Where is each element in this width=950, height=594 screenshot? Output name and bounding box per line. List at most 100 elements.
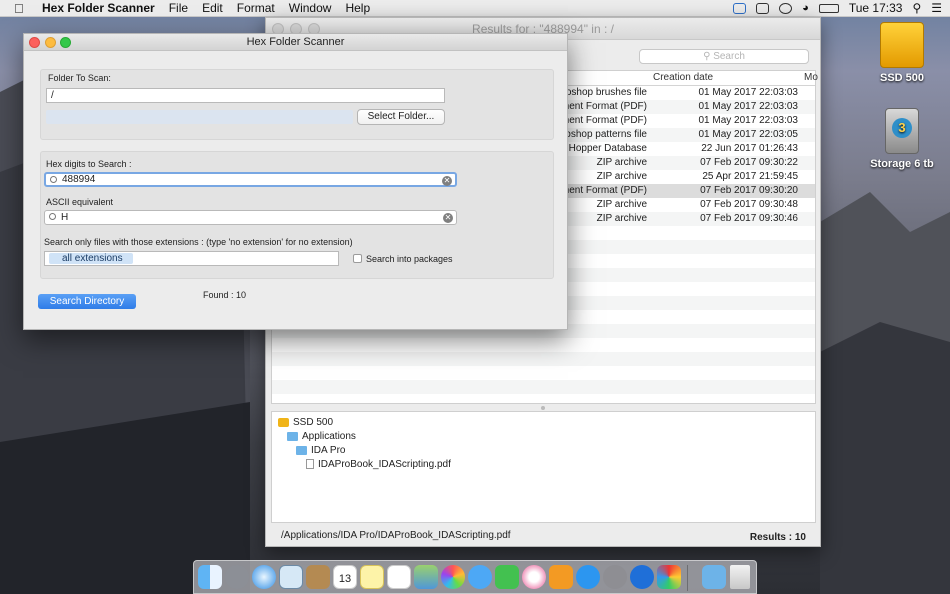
hex-value: 488994 — [62, 174, 96, 185]
folder-group — [40, 69, 554, 140]
folder-label: Folder To Scan: — [48, 73, 111, 83]
clear-icon[interactable]: ✕ — [442, 176, 452, 186]
notification-center-icon[interactable]: ☰ — [931, 1, 942, 15]
empty-row — [272, 380, 815, 394]
tree-item-ida-pro[interactable]: IDA Pro — [296, 443, 345, 457]
photo-icon[interactable] — [414, 565, 438, 589]
shield-tray-icon[interactable] — [756, 2, 770, 14]
clock[interactable]: Tue 17:33 — [849, 1, 903, 15]
extensions-token-field[interactable]: all extensions — [44, 251, 339, 266]
kind-cell: ZIP archive — [596, 157, 647, 168]
launchpad-icon[interactable] — [225, 565, 249, 589]
menu-window[interactable]: Window — [289, 1, 332, 15]
column-header-creation-date[interactable]: Creation date — [653, 72, 713, 83]
minimize-button[interactable] — [45, 37, 56, 48]
date-cell: 01 May 2017 22:03:03 — [698, 87, 798, 98]
tree-item-applications[interactable]: Applications — [287, 429, 356, 443]
facetime-icon[interactable] — [495, 565, 519, 589]
date-cell: 22 Jun 2017 01:26:43 — [701, 143, 798, 154]
search-icon: ⚲ — [703, 51, 711, 62]
ascii-label: ASCII equivalent — [46, 197, 114, 207]
apple-menu-icon[interactable]:  — [14, 1, 30, 16]
results-count: Results : 10 — [749, 532, 806, 543]
folder-icon — [296, 445, 307, 455]
date-cell: 01 May 2017 22:03:03 — [698, 115, 798, 126]
drive-icon — [880, 22, 924, 68]
reminders-icon[interactable] — [387, 565, 411, 589]
zoom-button[interactable] — [60, 37, 71, 48]
file-icon — [306, 459, 314, 469]
date-cell: 07 Feb 2017 09:30:22 — [700, 157, 798, 168]
downloads-folder-icon[interactable] — [702, 565, 726, 589]
tree-item-label: IDAProBook_IDAScripting.pdf — [318, 458, 451, 470]
hex-scanner-icon[interactable] — [657, 565, 681, 589]
preview-icon[interactable] — [279, 565, 303, 589]
select-folder-button[interactable]: Select Folder... — [357, 109, 445, 125]
folder-icon — [287, 431, 298, 441]
teamviewer-icon[interactable] — [630, 565, 654, 589]
kind-cell: ument Format (PDF) — [555, 101, 647, 112]
menu-format[interactable]: Format — [237, 1, 275, 15]
tree-item-ssd500[interactable]: SSD 500 — [278, 415, 333, 429]
desktop-icon-storage[interactable]: 3 Storage 6 tb — [867, 108, 937, 170]
appstore-icon[interactable] — [576, 565, 600, 589]
tree-item-label: IDA Pro — [311, 444, 346, 456]
search-directory-button[interactable]: Search Directory — [38, 294, 136, 309]
messages-icon[interactable] — [468, 565, 492, 589]
ascii-value: H — [61, 212, 69, 223]
menu-edit[interactable]: Edit — [202, 1, 223, 15]
spotlight-icon[interactable]: ⚲ — [912, 1, 921, 15]
search-packages-label: Search into packages — [366, 254, 453, 264]
extension-token[interactable]: all extensions — [49, 253, 133, 264]
notes-icon[interactable] — [360, 565, 384, 589]
trash-icon[interactable] — [730, 565, 750, 589]
search-icon — [50, 176, 57, 183]
hex-search-input[interactable]: 488994 ✕ — [44, 172, 457, 187]
status-tray: ◕ Tue 17:33 ⚲ ☰ — [733, 1, 950, 15]
desktop-icon-label: SSD 500 — [879, 72, 925, 84]
drive-icon: 3 — [885, 108, 919, 154]
ascii-search-input[interactable]: H ✕ — [44, 210, 457, 225]
safari-icon[interactable] — [252, 565, 276, 589]
folder-path-field[interactable]: / — [46, 88, 445, 103]
found-count: Found : 10 — [203, 290, 247, 300]
dock: 13 — [193, 560, 757, 594]
tree-item-pdf-file[interactable]: IDAProBook_IDAScripting.pdf — [306, 457, 451, 471]
menu-file[interactable]: File — [169, 1, 188, 15]
wifi-icon[interactable]: ◕ — [802, 2, 809, 14]
date-cell: 07 Feb 2017 09:30:46 — [700, 213, 798, 224]
teamviewer-tray-icon[interactable] — [733, 2, 747, 14]
tree-item-label: Applications — [302, 430, 356, 442]
date-cell: 25 Apr 2017 21:59:45 — [702, 171, 798, 182]
empty-row — [272, 352, 815, 366]
clear-icon[interactable]: ✕ — [443, 213, 453, 223]
empty-row — [272, 366, 815, 380]
contacts-icon[interactable] — [306, 565, 330, 589]
search-packages-checkbox[interactable] — [353, 254, 362, 263]
dock-separator — [687, 565, 688, 591]
finder-icon[interactable] — [198, 565, 222, 589]
column-header-modified[interactable]: Mo — [804, 72, 818, 83]
kind-cell: ument Format (PDF) — [555, 115, 647, 126]
menu-help[interactable]: Help — [345, 1, 370, 15]
menu-app-name[interactable]: Hex Folder Scanner — [42, 1, 155, 15]
desktop-icon-ssd500[interactable]: SSD 500 — [867, 22, 937, 84]
books-icon[interactable] — [549, 565, 573, 589]
split-view-divider[interactable] — [271, 406, 816, 410]
empty-row — [272, 338, 815, 352]
music-icon[interactable] — [522, 565, 546, 589]
battery-icon[interactable] — [818, 3, 839, 13]
search-placeholder: Search — [713, 51, 745, 62]
close-button[interactable] — [29, 37, 40, 48]
path-tree[interactable]: SSD 500 Applications IDA Pro IDAProBook_… — [271, 411, 816, 523]
date-cell: 01 May 2017 22:03:05 — [698, 129, 798, 140]
photos-icon[interactable] — [441, 565, 465, 589]
system-preferences-icon[interactable] — [603, 565, 627, 589]
kind-cell: ument Format (PDF) — [555, 185, 647, 196]
timemachine-tray-icon[interactable] — [779, 2, 793, 14]
date-cell: 07 Feb 2017 09:30:48 — [700, 199, 798, 210]
desktop-icon-label: Storage 6 tb — [870, 158, 934, 170]
scanner-titlebar[interactable]: Hex Folder Scanner — [24, 34, 567, 51]
calendar-icon[interactable]: 13 — [333, 565, 357, 589]
results-search-input[interactable]: ⚲ Search — [639, 49, 809, 64]
